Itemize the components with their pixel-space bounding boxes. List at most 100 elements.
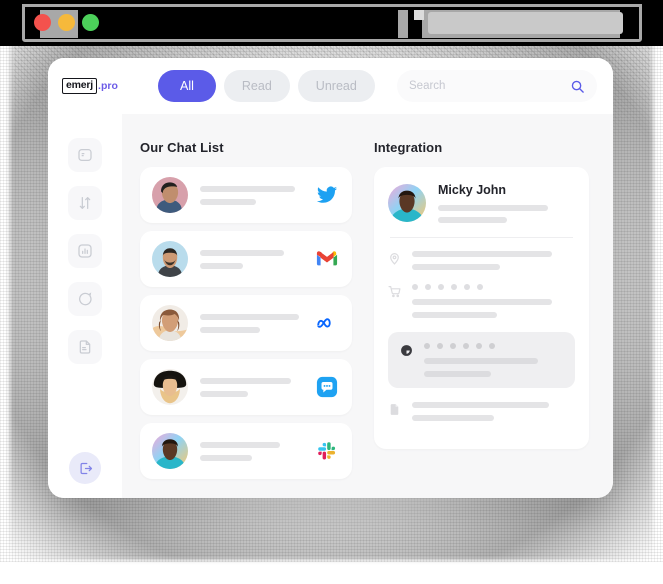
avatar-man-pink-image [152,177,188,213]
chat-list-panel: Our Chat List [140,140,352,498]
integration-block-document[interactable] [388,402,575,421]
file-document-icon [390,404,399,415]
block-line-primary [412,299,553,305]
avatar [152,369,188,405]
block-line-secondary [412,264,501,270]
app-topbar: emerj .pro All Read Unread [48,58,613,114]
messenger-sms-icon [316,376,338,398]
gmail-icon [316,251,338,266]
close-window-button[interactable] [34,14,51,31]
minimize-window-button[interactable] [58,14,75,31]
integration-person-name: Micky John [438,183,507,197]
avatar-woman-curly-image [152,305,188,341]
time-dot-row [424,343,563,349]
filter-tabs: All Read Unread [158,70,375,102]
dot [463,343,469,349]
chat-box-icon [78,149,92,161]
browser-toolbar-gap-left [78,10,398,38]
search-input[interactable] [409,80,570,92]
avatar-man-colorful-image [152,433,188,469]
chat-line-secondary [200,262,244,269]
sidebar-item-chat-box[interactable] [68,138,102,172]
chat-preview-lines [200,249,308,269]
sidebar-item-analytics[interactable] [68,234,102,268]
browser-site-info-icon [414,10,424,20]
integration-card: Micky John [374,167,589,449]
meta-icon [317,318,331,328]
app-body: Our Chat List Integration Micky John [48,114,613,498]
slack-icon [318,442,336,460]
search-icon[interactable] [570,79,585,94]
block-lines [424,343,563,377]
avatar-woman-hat-image [152,369,188,405]
chat-preview-lines [200,313,308,333]
file-document-icon-wrap [388,402,402,421]
chat-line-primary [200,249,285,256]
sidebar [48,114,122,498]
integration-block-location[interactable] [388,251,575,270]
dot [489,343,495,349]
logout-icon [80,462,92,474]
browser-address-bar[interactable] [428,12,623,34]
chat-line-primary [200,313,300,320]
cart-dot-row [412,284,575,290]
dot [424,343,430,349]
block-line-secondary [412,415,494,421]
tab-all[interactable]: All [158,70,216,102]
chat-line-primary [200,441,280,448]
browser-chrome [0,0,663,46]
dot [425,284,431,290]
integration-person[interactable]: Micky John [388,183,575,223]
block-line-secondary [424,371,491,377]
app-window: emerj .pro All Read Unread Search Our Ch… [48,58,613,498]
browser-toolbar-gap-right [624,10,634,38]
person-line-secondary [438,217,507,223]
chat-list-item[interactable] [140,295,352,351]
avatar [152,177,188,213]
integration-title: Integration [374,140,443,155]
maximize-window-button[interactable] [82,14,99,31]
integration-panel: Integration Micky John [374,140,589,498]
transfer-arrows-icon [79,197,91,209]
search-bar[interactable] [397,70,597,102]
divider [390,237,573,238]
chat-list-item[interactable] [140,359,352,415]
location-pin-icon [390,253,399,265]
dot [477,284,483,290]
app-logo[interactable]: emerj .pro [62,77,146,94]
chat-list-item[interactable] [140,423,352,479]
avatar-man-colorful-image [388,184,426,222]
avatar-man-blue-image [152,241,188,277]
chat-preview-lines [200,185,308,205]
document-icon [79,340,91,354]
logout-button[interactable] [69,452,101,484]
integration-block-cart[interactable] [388,284,575,318]
avatar [152,305,188,341]
chat-line-primary [200,185,296,192]
tab-unread[interactable]: Unread [297,70,375,102]
chat-line-secondary [200,390,248,397]
person-line-primary [438,205,548,211]
integration-person-meta: Micky John [438,183,575,223]
tab-read[interactable]: Read [223,70,290,102]
chat-line-primary [200,377,291,384]
sidebar-item-transfer[interactable] [68,186,102,220]
block-line-primary [412,251,553,257]
block-line-primary [424,358,538,364]
window-traffic-lights [34,14,99,31]
sidebar-item-document[interactable] [68,330,102,364]
dot [450,343,456,349]
shopping-cart-icon-wrap [388,284,402,318]
sidebar-item-chat-bubble[interactable] [68,282,102,316]
main-content: Our Chat List Integration Micky John [122,114,613,498]
chat-list-item[interactable] [140,167,352,223]
block-lines [412,402,575,421]
chat-bubble-icon [79,292,92,306]
avatar [152,433,188,469]
dot [464,284,470,290]
chat-list-item[interactable] [140,231,352,287]
dot [438,284,444,290]
integration-block-time-highlighted[interactable] [388,332,575,388]
dot [437,343,443,349]
analytics-icon [78,244,92,258]
